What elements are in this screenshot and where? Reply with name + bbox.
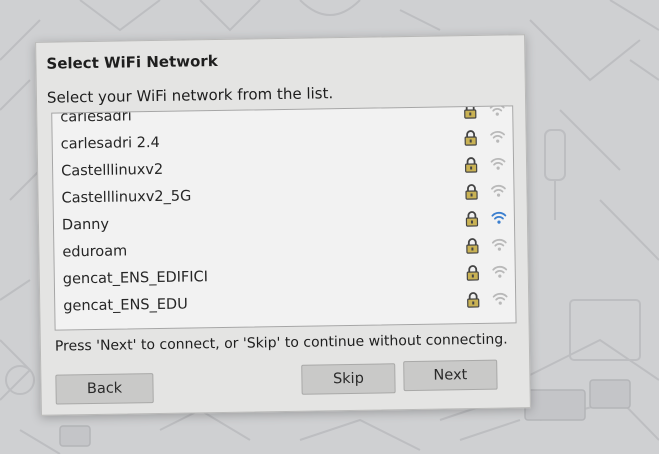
wifi-weak-icon xyxy=(492,292,508,305)
skip-button[interactable]: Skip xyxy=(301,363,396,395)
network-ssid: carlesadri xyxy=(60,107,132,125)
wifi-weak-icon xyxy=(490,130,506,143)
dialog-footer-hint: Press 'Next' to connect, or 'Skip' to co… xyxy=(54,331,508,355)
network-ssid: gencat_ENS_EDIFICI xyxy=(62,268,209,287)
lock-icon xyxy=(466,265,479,281)
dialog-instruction: Select your WiFi network from the list. xyxy=(46,84,334,107)
lock-icon xyxy=(464,130,477,146)
lock-icon xyxy=(467,292,480,308)
wifi-weak-icon xyxy=(490,157,506,170)
back-button[interactable]: Back xyxy=(55,373,154,405)
network-ssid: eduroam xyxy=(62,242,128,260)
network-ssid: Danny xyxy=(61,216,110,233)
lock-icon xyxy=(465,211,479,227)
lock-icon xyxy=(464,157,478,173)
wifi-weak-icon xyxy=(492,265,508,278)
dialog-title: Select WiFi Network xyxy=(46,52,218,73)
network-ssid: Castelllinuxv2_5G xyxy=(61,187,192,206)
wifi-network-list[interactable]: carlesadri carlesadri 2.4 Castelllinuxv2 Ca… xyxy=(51,105,517,331)
select-wifi-dialog: Select WiFi Network Select your WiFi net… xyxy=(35,34,531,416)
lock-icon xyxy=(466,238,479,254)
lock-icon xyxy=(464,105,477,119)
lock-icon xyxy=(465,184,478,200)
next-button[interactable]: Next xyxy=(403,359,498,392)
wifi-weak-icon xyxy=(491,238,507,251)
network-ssid: Castelllinuxv2 xyxy=(60,161,164,179)
network-ssid: carlesadri 2.4 xyxy=(60,134,160,152)
wifi-strong-icon xyxy=(491,211,507,224)
wifi-weak-icon xyxy=(491,184,506,197)
wifi-weak-icon xyxy=(489,105,505,116)
network-ssid: gencat_ENS_EDU xyxy=(63,296,188,314)
